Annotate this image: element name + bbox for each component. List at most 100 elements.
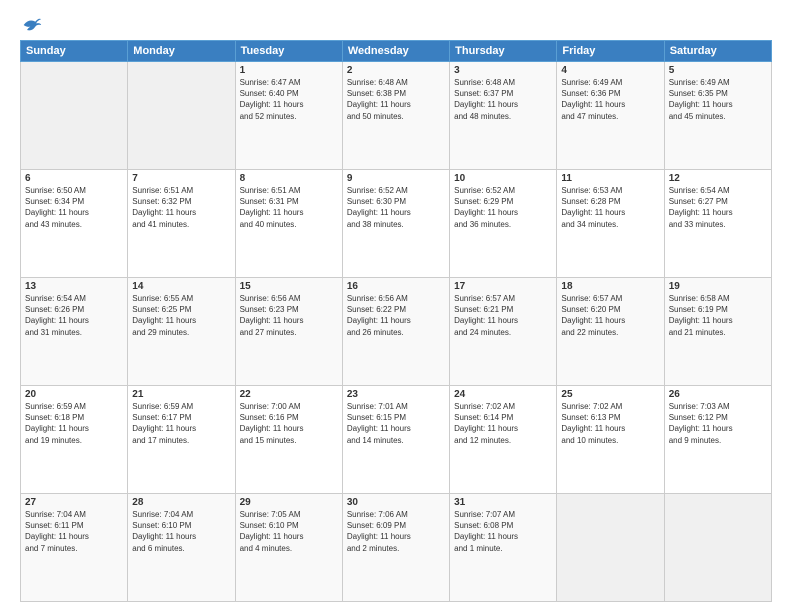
day-info: Sunrise: 6:47 AMSunset: 6:40 PMDaylight:… (240, 77, 338, 122)
calendar-cell: 17Sunrise: 6:57 AMSunset: 6:21 PMDayligh… (450, 278, 557, 386)
calendar-cell: 6Sunrise: 6:50 AMSunset: 6:34 PMDaylight… (21, 170, 128, 278)
day-info: Sunrise: 6:52 AMSunset: 6:29 PMDaylight:… (454, 185, 552, 230)
day-info: Sunrise: 7:03 AMSunset: 6:12 PMDaylight:… (669, 401, 767, 446)
day-number: 7 (132, 173, 230, 184)
day-number: 31 (454, 497, 552, 508)
day-info: Sunrise: 6:56 AMSunset: 6:23 PMDaylight:… (240, 293, 338, 338)
calendar-cell: 19Sunrise: 6:58 AMSunset: 6:19 PMDayligh… (664, 278, 771, 386)
calendar-cell: 24Sunrise: 7:02 AMSunset: 6:14 PMDayligh… (450, 386, 557, 494)
calendar-cell: 3Sunrise: 6:48 AMSunset: 6:37 PMDaylight… (450, 62, 557, 170)
day-info: Sunrise: 6:54 AMSunset: 6:27 PMDaylight:… (669, 185, 767, 230)
day-info: Sunrise: 6:55 AMSunset: 6:25 PMDaylight:… (132, 293, 230, 338)
day-number: 5 (669, 65, 767, 76)
calendar-cell: 7Sunrise: 6:51 AMSunset: 6:32 PMDaylight… (128, 170, 235, 278)
calendar-cell: 27Sunrise: 7:04 AMSunset: 6:11 PMDayligh… (21, 494, 128, 602)
calendar-cell: 15Sunrise: 6:56 AMSunset: 6:23 PMDayligh… (235, 278, 342, 386)
calendar-cell: 9Sunrise: 6:52 AMSunset: 6:30 PMDaylight… (342, 170, 449, 278)
day-info: Sunrise: 7:07 AMSunset: 6:08 PMDaylight:… (454, 509, 552, 554)
day-info: Sunrise: 6:48 AMSunset: 6:38 PMDaylight:… (347, 77, 445, 122)
calendar-cell: 14Sunrise: 6:55 AMSunset: 6:25 PMDayligh… (128, 278, 235, 386)
day-number: 20 (25, 389, 123, 400)
day-info: Sunrise: 7:02 AMSunset: 6:14 PMDaylight:… (454, 401, 552, 446)
day-info: Sunrise: 7:04 AMSunset: 6:10 PMDaylight:… (132, 509, 230, 554)
weekday-header-monday: Monday (128, 41, 235, 62)
weekday-header-wednesday: Wednesday (342, 41, 449, 62)
weekday-header-sunday: Sunday (21, 41, 128, 62)
day-info: Sunrise: 6:57 AMSunset: 6:20 PMDaylight:… (561, 293, 659, 338)
day-number: 21 (132, 389, 230, 400)
day-number: 9 (347, 173, 445, 184)
day-number: 15 (240, 281, 338, 292)
calendar-week-5: 27Sunrise: 7:04 AMSunset: 6:11 PMDayligh… (21, 494, 772, 602)
weekday-header-row: SundayMondayTuesdayWednesdayThursdayFrid… (21, 41, 772, 62)
day-info: Sunrise: 7:00 AMSunset: 6:16 PMDaylight:… (240, 401, 338, 446)
day-info: Sunrise: 6:51 AMSunset: 6:31 PMDaylight:… (240, 185, 338, 230)
day-number: 12 (669, 173, 767, 184)
weekday-header-tuesday: Tuesday (235, 41, 342, 62)
calendar-week-4: 20Sunrise: 6:59 AMSunset: 6:18 PMDayligh… (21, 386, 772, 494)
calendar-cell: 16Sunrise: 6:56 AMSunset: 6:22 PMDayligh… (342, 278, 449, 386)
day-info: Sunrise: 7:05 AMSunset: 6:10 PMDaylight:… (240, 509, 338, 554)
weekday-header-saturday: Saturday (664, 41, 771, 62)
day-number: 30 (347, 497, 445, 508)
day-number: 28 (132, 497, 230, 508)
day-info: Sunrise: 6:56 AMSunset: 6:22 PMDaylight:… (347, 293, 445, 338)
day-number: 8 (240, 173, 338, 184)
calendar-week-1: 1Sunrise: 6:47 AMSunset: 6:40 PMDaylight… (21, 62, 772, 170)
day-info: Sunrise: 6:48 AMSunset: 6:37 PMDaylight:… (454, 77, 552, 122)
calendar-cell: 26Sunrise: 7:03 AMSunset: 6:12 PMDayligh… (664, 386, 771, 494)
calendar-cell: 30Sunrise: 7:06 AMSunset: 6:09 PMDayligh… (342, 494, 449, 602)
calendar-week-3: 13Sunrise: 6:54 AMSunset: 6:26 PMDayligh… (21, 278, 772, 386)
day-info: Sunrise: 6:50 AMSunset: 6:34 PMDaylight:… (25, 185, 123, 230)
day-number: 22 (240, 389, 338, 400)
day-info: Sunrise: 6:59 AMSunset: 6:18 PMDaylight:… (25, 401, 123, 446)
calendar-body: 1Sunrise: 6:47 AMSunset: 6:40 PMDaylight… (21, 62, 772, 602)
calendar-cell: 13Sunrise: 6:54 AMSunset: 6:26 PMDayligh… (21, 278, 128, 386)
weekday-header-friday: Friday (557, 41, 664, 62)
calendar-cell (21, 62, 128, 170)
day-number: 18 (561, 281, 659, 292)
day-number: 10 (454, 173, 552, 184)
day-number: 29 (240, 497, 338, 508)
calendar-cell: 22Sunrise: 7:00 AMSunset: 6:16 PMDayligh… (235, 386, 342, 494)
calendar-table: SundayMondayTuesdayWednesdayThursdayFrid… (20, 40, 772, 602)
calendar-cell (557, 494, 664, 602)
calendar-cell: 8Sunrise: 6:51 AMSunset: 6:31 PMDaylight… (235, 170, 342, 278)
calendar-header: SundayMondayTuesdayWednesdayThursdayFrid… (21, 41, 772, 62)
calendar-cell: 1Sunrise: 6:47 AMSunset: 6:40 PMDaylight… (235, 62, 342, 170)
day-number: 27 (25, 497, 123, 508)
day-number: 11 (561, 173, 659, 184)
calendar-cell: 10Sunrise: 6:52 AMSunset: 6:29 PMDayligh… (450, 170, 557, 278)
day-info: Sunrise: 7:01 AMSunset: 6:15 PMDaylight:… (347, 401, 445, 446)
page-header (20, 16, 772, 34)
day-number: 14 (132, 281, 230, 292)
calendar-cell: 25Sunrise: 7:02 AMSunset: 6:13 PMDayligh… (557, 386, 664, 494)
calendar-cell: 18Sunrise: 6:57 AMSunset: 6:20 PMDayligh… (557, 278, 664, 386)
day-number: 4 (561, 65, 659, 76)
calendar-cell: 20Sunrise: 6:59 AMSunset: 6:18 PMDayligh… (21, 386, 128, 494)
day-number: 25 (561, 389, 659, 400)
calendar-cell: 2Sunrise: 6:48 AMSunset: 6:38 PMDaylight… (342, 62, 449, 170)
day-info: Sunrise: 6:52 AMSunset: 6:30 PMDaylight:… (347, 185, 445, 230)
logo-bird-icon (22, 16, 42, 34)
calendar-cell (128, 62, 235, 170)
calendar-cell: 31Sunrise: 7:07 AMSunset: 6:08 PMDayligh… (450, 494, 557, 602)
calendar-cell: 21Sunrise: 6:59 AMSunset: 6:17 PMDayligh… (128, 386, 235, 494)
calendar-cell: 11Sunrise: 6:53 AMSunset: 6:28 PMDayligh… (557, 170, 664, 278)
calendar-cell: 5Sunrise: 6:49 AMSunset: 6:35 PMDaylight… (664, 62, 771, 170)
logo (20, 16, 42, 34)
calendar-cell: 4Sunrise: 6:49 AMSunset: 6:36 PMDaylight… (557, 62, 664, 170)
day-number: 19 (669, 281, 767, 292)
calendar-cell: 12Sunrise: 6:54 AMSunset: 6:27 PMDayligh… (664, 170, 771, 278)
day-info: Sunrise: 6:57 AMSunset: 6:21 PMDaylight:… (454, 293, 552, 338)
day-number: 17 (454, 281, 552, 292)
day-info: Sunrise: 6:49 AMSunset: 6:36 PMDaylight:… (561, 77, 659, 122)
day-info: Sunrise: 6:51 AMSunset: 6:32 PMDaylight:… (132, 185, 230, 230)
calendar-cell: 28Sunrise: 7:04 AMSunset: 6:10 PMDayligh… (128, 494, 235, 602)
day-info: Sunrise: 6:49 AMSunset: 6:35 PMDaylight:… (669, 77, 767, 122)
day-number: 26 (669, 389, 767, 400)
day-info: Sunrise: 7:02 AMSunset: 6:13 PMDaylight:… (561, 401, 659, 446)
day-info: Sunrise: 6:54 AMSunset: 6:26 PMDaylight:… (25, 293, 123, 338)
day-number: 23 (347, 389, 445, 400)
day-number: 16 (347, 281, 445, 292)
